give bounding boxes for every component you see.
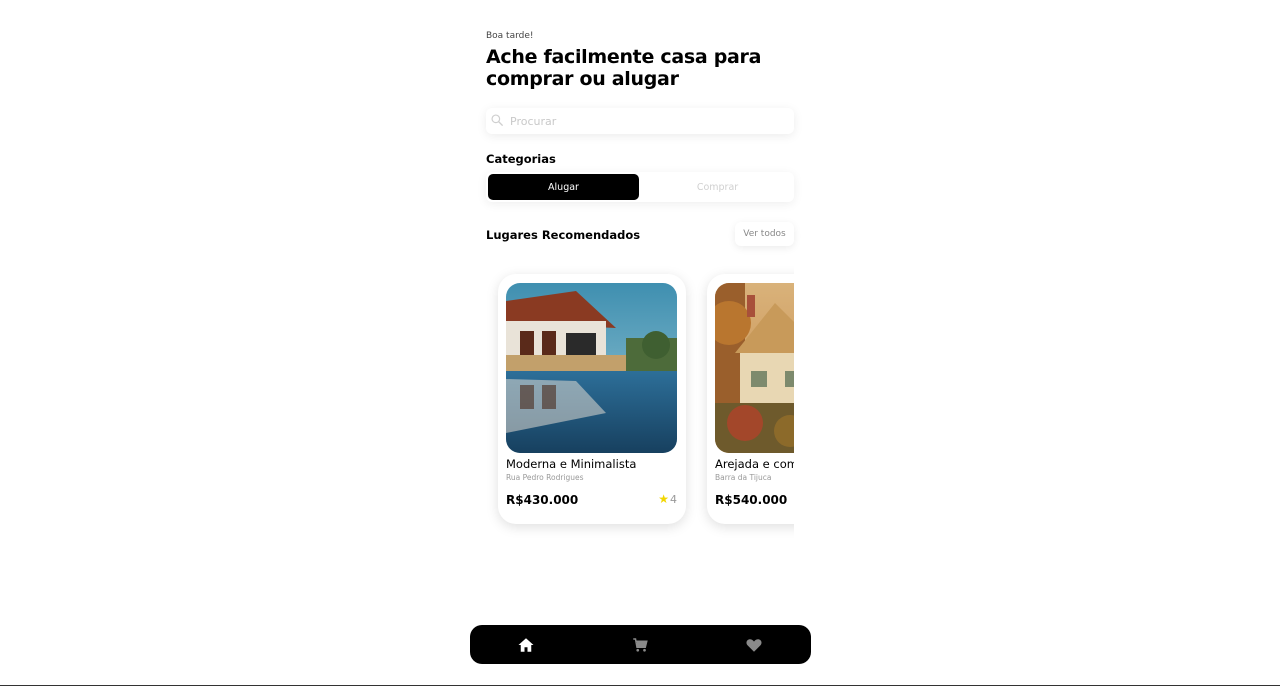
property-card[interactable]: Moderna e Minimalista Rua Pedro Rodrigue…: [498, 274, 686, 524]
recommended-carousel[interactable]: Moderna e Minimalista Rua Pedro Rodrigue…: [486, 262, 794, 542]
category-rent-button[interactable]: Alugar: [488, 174, 639, 200]
page-headline: Ache facilmente casa para comprar ou alu…: [486, 46, 762, 90]
property-address: Rua Pedro Rodrigues: [506, 473, 584, 482]
recommended-title: Lugares Recomendados: [486, 228, 641, 242]
category-buy-button[interactable]: Comprar: [642, 174, 793, 200]
category-segmented-control: Alugar Comprar: [486, 172, 794, 202]
categories-title: Categorias: [486, 152, 556, 166]
greeting-text: Boa tarde!: [486, 31, 534, 41]
property-title: Moderna e Minimalista: [506, 457, 637, 471]
property-rating: ★ 4: [658, 492, 677, 506]
cart-icon[interactable]: [631, 636, 649, 654]
bottom-navigation: [470, 625, 811, 664]
property-address: Barra da Tijuca: [715, 473, 772, 482]
home-icon[interactable]: [517, 636, 535, 654]
property-photo: [506, 283, 677, 453]
search-icon: [490, 112, 504, 131]
see-all-button[interactable]: Ver todos: [735, 222, 794, 246]
property-card[interactable]: Arejada e com Barra da Tijuca R$540.000: [707, 274, 794, 524]
property-price: R$540.000: [715, 493, 788, 507]
rating-value: 4: [670, 492, 677, 506]
search-bar[interactable]: [486, 108, 794, 134]
property-price: R$430.000: [506, 493, 579, 507]
home-screen: Boa tarde! Ache facilmente casa para com…: [486, 0, 794, 686]
property-title: Arejada e com: [715, 457, 794, 471]
heart-icon[interactable]: [745, 636, 763, 654]
star-icon: ★: [658, 492, 669, 506]
property-photo: [715, 283, 794, 453]
search-input[interactable]: [510, 114, 780, 128]
